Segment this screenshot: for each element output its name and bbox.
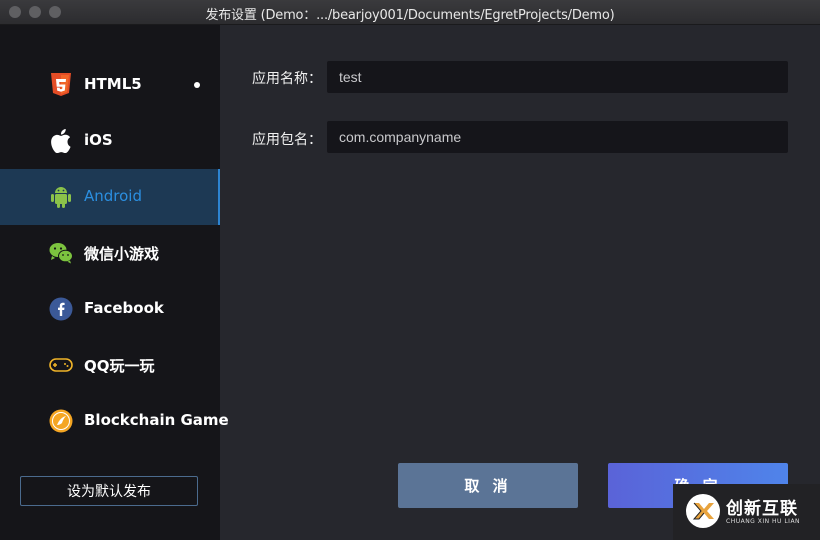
window-title: 发布设置 (Demo：.../bearjoy001/Documents/Egre… bbox=[205, 8, 615, 23]
sidebar-item-wechat[interactable]: 微信小游戏 bbox=[0, 225, 220, 281]
watermark-subtext: CHUANG XIN HU LIAN bbox=[726, 518, 801, 525]
wechat-icon bbox=[49, 241, 73, 265]
package-name-input[interactable] bbox=[327, 121, 788, 153]
sidebar-item-label: HTML5 bbox=[84, 75, 142, 93]
title-bar: 发布设置 (Demo：.../bearjoy001/Documents/Egre… bbox=[0, 0, 820, 25]
sidebar-item-label: QQ玩一玩 bbox=[84, 357, 155, 375]
sidebar-item-blockchain-game[interactable]: Blockchain Game bbox=[0, 393, 229, 449]
sidebar-item-html5[interactable]: HTML5 bbox=[0, 57, 220, 113]
html5-icon bbox=[49, 73, 73, 97]
blockchain-icon bbox=[49, 409, 73, 433]
watermark-text: 创新互联 bbox=[726, 499, 798, 519]
sidebar-item-ios[interactable]: iOS bbox=[0, 113, 220, 169]
sidebar-item-label: iOS bbox=[84, 131, 113, 149]
sidebar-item-label: 微信小游戏 bbox=[84, 245, 160, 263]
watermark-icon bbox=[686, 494, 720, 528]
sidebar-item-android[interactable]: Android bbox=[0, 169, 220, 225]
app-name-label: 应用名称： bbox=[252, 71, 322, 87]
set-default-publish-button[interactable]: 设为默认发布 bbox=[20, 476, 198, 506]
app-name-input[interactable] bbox=[327, 61, 788, 93]
package-name-label: 应用包名： bbox=[252, 132, 322, 148]
facebook-icon bbox=[49, 297, 73, 321]
platform-sidebar: HTML5 iOS Android 微信小游戏 Facebook QQ玩一玩 B… bbox=[0, 25, 229, 540]
sidebar-item-label: Android bbox=[84, 187, 142, 205]
apple-icon bbox=[49, 129, 73, 153]
cancel-button[interactable]: 取 消 bbox=[398, 463, 578, 508]
sidebar-item-qq-wanyiwan[interactable]: QQ玩一玩 bbox=[0, 337, 220, 393]
sidebar-item-facebook[interactable]: Facebook bbox=[0, 281, 220, 337]
android-icon bbox=[49, 185, 73, 209]
selected-default-dot bbox=[194, 82, 200, 88]
sidebar-item-label: Facebook bbox=[84, 299, 164, 317]
sidebar-item-label: Blockchain Game bbox=[84, 411, 229, 429]
watermark-logo: 创新互联 CHUANG XIN HU LIAN bbox=[673, 484, 820, 540]
gamepad-icon bbox=[49, 353, 73, 377]
